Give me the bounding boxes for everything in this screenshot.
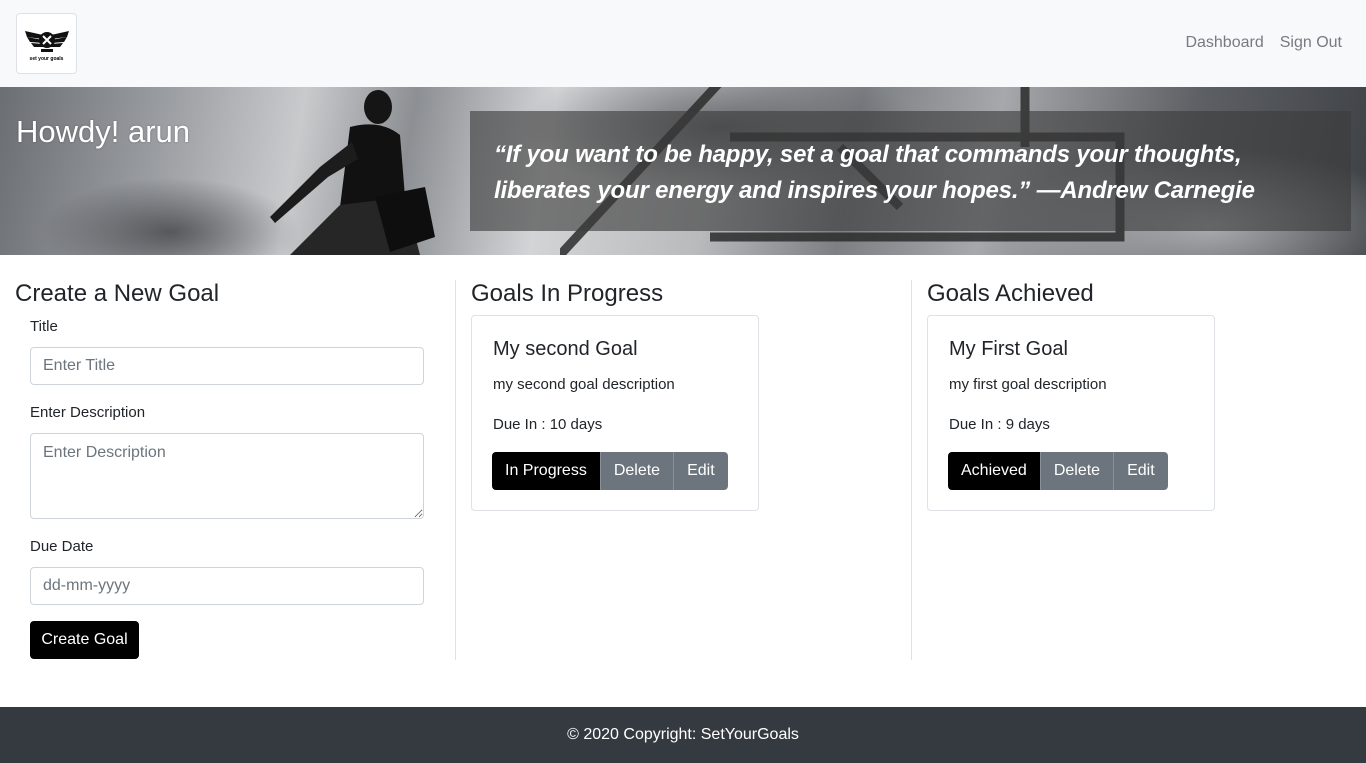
nav-link-dashboard[interactable]: Dashboard: [1185, 34, 1263, 52]
runner-silhouette-image: [270, 90, 435, 255]
nav-links: Dashboard Sign Out: [1185, 34, 1342, 52]
footer: © 2020 Copyright: SetYourGoals: [0, 707, 1366, 763]
navbar: set your goals Dashboard Sign Out: [0, 0, 1366, 87]
due-date-input[interactable]: [30, 567, 424, 605]
winged-wrench-logo-icon: [24, 31, 69, 52]
title-label: Title: [30, 318, 58, 335]
in-progress-button[interactable]: In Progress: [492, 452, 600, 490]
quote-box: “If you want to be happy, set a goal tha…: [470, 111, 1351, 231]
logo-text: set your goals: [29, 56, 64, 62]
copyright-text: © 2020 Copyright: SetYourGoals: [567, 726, 799, 743]
title-input[interactable]: [30, 347, 424, 385]
description-textarea[interactable]: [30, 433, 424, 519]
goal-card: My First Goal my first goal description …: [927, 315, 1215, 511]
quote-text: “If you want to be happy, set a goal tha…: [494, 141, 1255, 204]
goals-achieved-heading: Goals Achieved: [927, 280, 1094, 307]
goal-due: Due In : 9 days: [949, 416, 1050, 433]
description-label: Enter Description: [30, 404, 146, 421]
delete-button[interactable]: Delete: [599, 452, 674, 490]
goal-actions: Achieved Delete Edit: [948, 452, 1168, 490]
goal-description: my second goal description: [493, 376, 675, 393]
goal-title: My second Goal: [493, 338, 638, 360]
edit-button[interactable]: Edit: [673, 452, 728, 490]
achieved-button[interactable]: Achieved: [948, 452, 1040, 490]
brand-logo[interactable]: set your goals: [16, 13, 77, 74]
create-goal-section: Create a New Goal Title Enter Descriptio…: [0, 280, 455, 660]
nav-link-sign-out[interactable]: Sign Out: [1280, 34, 1342, 52]
due-date-label: Due Date: [30, 538, 94, 555]
hero-banner: Howdy! arun “If you want to be happy, se…: [0, 87, 1366, 255]
goal-actions: In Progress Delete Edit: [492, 452, 728, 490]
delete-button[interactable]: Delete: [1039, 452, 1114, 490]
goal-title: My First Goal: [949, 338, 1068, 360]
greeting-heading: Howdy! arun: [16, 114, 191, 149]
goal-description: my first goal description: [949, 376, 1107, 393]
create-goal-heading: Create a New Goal: [15, 280, 220, 307]
goals-in-progress-heading: Goals In Progress: [471, 280, 664, 307]
goals-achieved-section: Goals Achieved My First Goal my first go…: [911, 280, 1366, 660]
create-goal-button[interactable]: Create Goal: [30, 621, 139, 659]
goal-due: Due In : 10 days: [493, 416, 603, 433]
goals-in-progress-section: Goals In Progress My second Goal my seco…: [455, 280, 911, 660]
goal-card: My second Goal my second goal descriptio…: [471, 315, 759, 511]
edit-button[interactable]: Edit: [1113, 452, 1168, 490]
